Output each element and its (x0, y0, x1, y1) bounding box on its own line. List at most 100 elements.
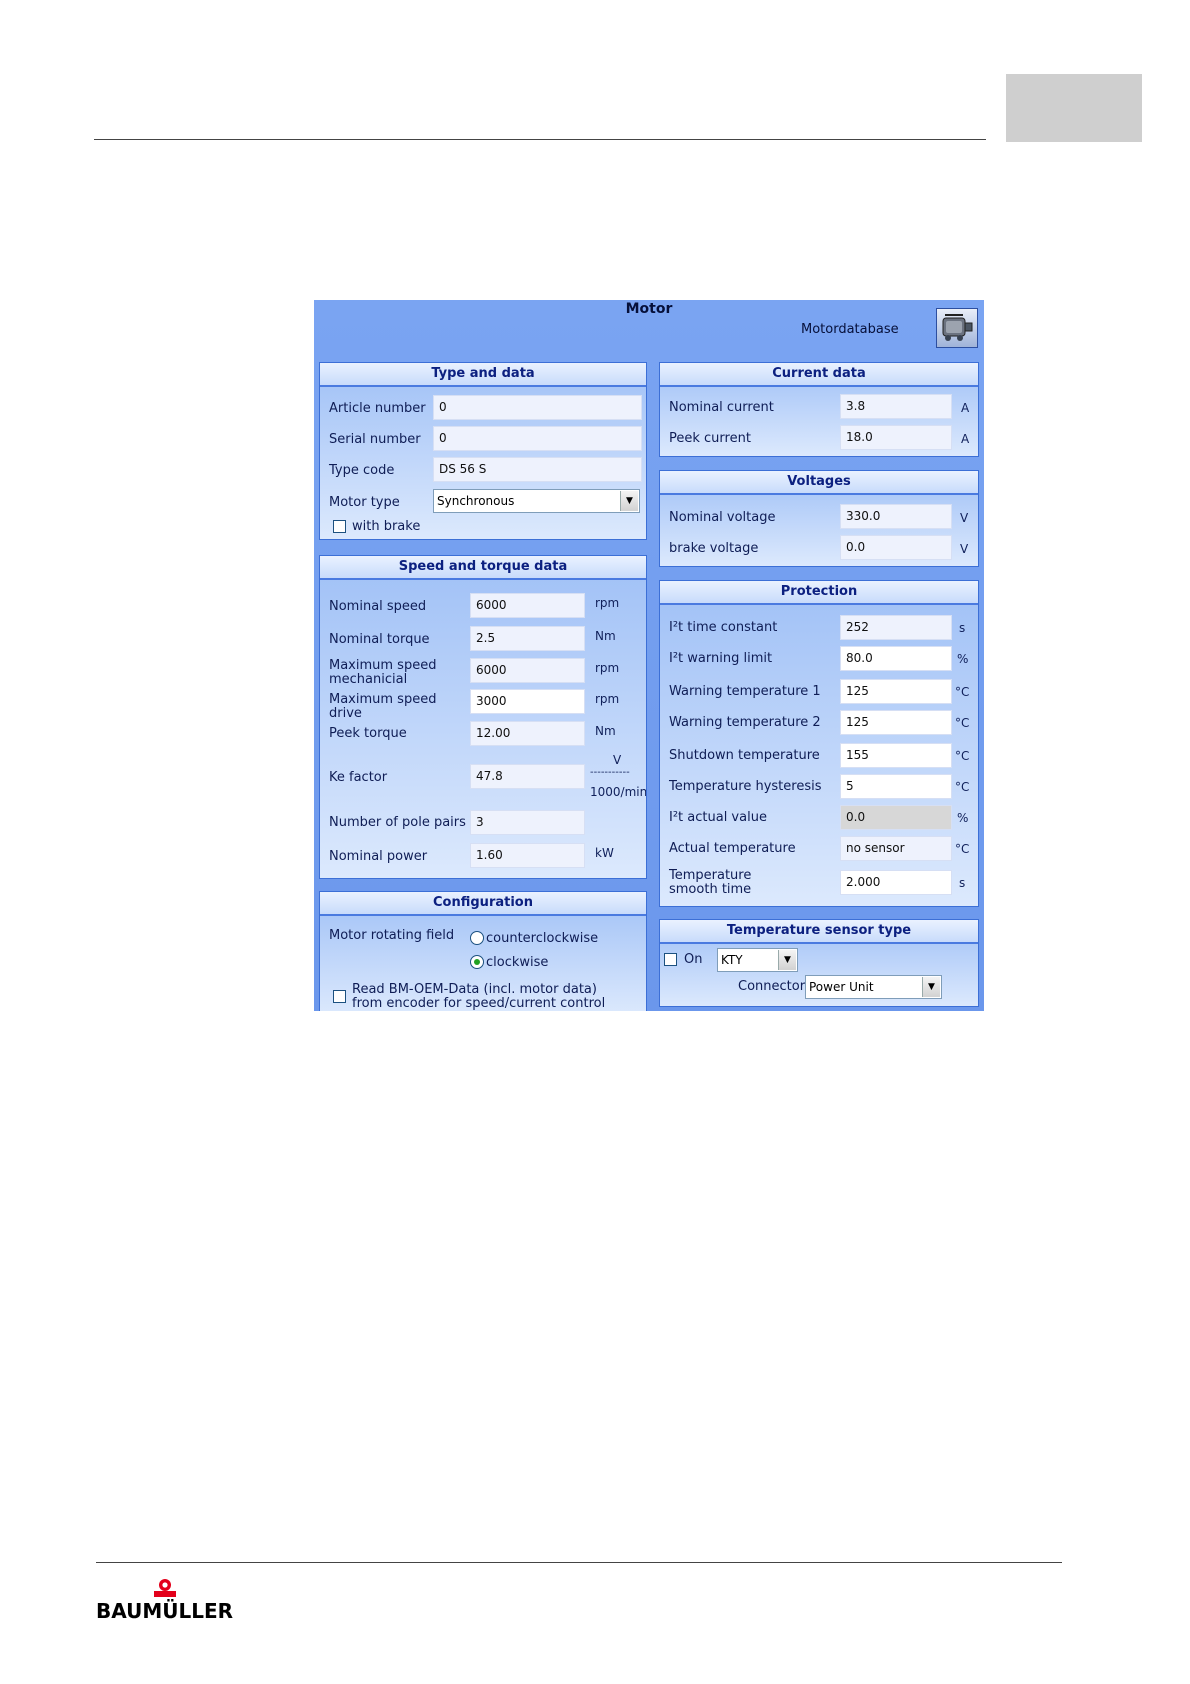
nominal-torque-unit: Nm (595, 629, 616, 643)
temp-hysteresis-field[interactable]: 5 (840, 774, 952, 799)
nominal-speed-unit: rpm (595, 596, 620, 610)
pole-pairs-field[interactable]: 3 (470, 810, 585, 835)
peek-torque-field[interactable]: 12.00 (470, 721, 585, 746)
i2t-warning-limit-unit: % (957, 652, 969, 666)
warning-temp-2-unit: °C (955, 716, 970, 730)
max-speed-mech-label-line1: Maximum speed (329, 658, 437, 673)
i2t-actual-unit: % (957, 811, 969, 825)
temp-smooth-label-line2: smooth time (669, 882, 752, 897)
motor-database-icon (942, 314, 973, 341)
oem-data-label: Read BM-OEM-Data (incl. motor data) from… (352, 983, 605, 1011)
ke-factor-unit-bottom: 1000/min (590, 785, 647, 799)
max-speed-drive-field[interactable]: 3000 (470, 689, 585, 714)
peek-current-field[interactable]: 18.0 (840, 425, 952, 450)
oem-data-label-line1: Read BM-OEM-Data (incl. motor data) (352, 982, 597, 997)
voltages-panel: Voltages Nominal voltage 330.0 V brake v… (659, 470, 979, 567)
nominal-speed-field[interactable]: 6000 (470, 593, 585, 618)
peek-torque-unit: Nm (595, 724, 616, 738)
max-speed-drive-label: Maximum speed drive (329, 693, 436, 721)
protection-panel: Protection I²t time constant 252 s I²t w… (659, 580, 979, 907)
current-data-panel: Current data Nominal current 3.8 A Peek … (659, 362, 979, 457)
article-number-row: Article number 0 (320, 395, 646, 423)
current-data-heading: Current data (660, 363, 978, 387)
i2t-actual-label: I²t actual value (669, 810, 767, 825)
ke-factor-field[interactable]: 47.8 (470, 764, 585, 789)
oem-data-checkbox[interactable] (333, 990, 346, 1003)
article-number-label: Article number (329, 401, 426, 416)
rotating-field-label: Motor rotating field (329, 928, 455, 943)
temp-smooth-unit: s (959, 876, 966, 890)
temp-smooth-field[interactable]: 2.000 (840, 870, 952, 895)
motor-database-label: Motordatabase (801, 322, 899, 337)
oem-data-label-line2: from encoder for speed/current control (352, 996, 606, 1011)
i2t-warning-limit-field[interactable]: 80.0 (840, 646, 952, 671)
sensor-type-select[interactable]: KTY ▼ (717, 948, 798, 972)
type-code-field[interactable]: DS 56 S (433, 457, 642, 482)
type-and-data-heading: Type and data (320, 363, 646, 387)
ke-factor-unit-top: V (613, 753, 622, 767)
sensor-type-value: KTY (721, 953, 743, 967)
nominal-torque-label: Nominal torque (329, 632, 430, 647)
motor-database-button[interactable] (936, 308, 978, 348)
brake-voltage-field[interactable]: 0.0 (840, 535, 952, 560)
max-speed-mech-label: Maximum speed mechanicial (329, 659, 436, 687)
nominal-power-label: Nominal power (329, 849, 428, 864)
footer-rule (96, 1562, 1062, 1563)
clockwise-radio[interactable] (470, 955, 484, 969)
i2t-time-constant-field[interactable]: 252 (840, 615, 952, 640)
motor-type-select[interactable]: Synchronous ▼ (433, 489, 640, 513)
connector-select[interactable]: Power Unit ▼ (805, 975, 942, 999)
nominal-current-field[interactable]: 3.8 (840, 394, 952, 419)
nominal-power-field[interactable]: 1.60 (470, 843, 585, 868)
motor-type-row: Motor type Synchronous ▼ (320, 489, 646, 517)
warning-temp-2-field[interactable]: 125 (840, 710, 952, 735)
warning-temp-1-label: Warning temperature 1 (669, 684, 821, 699)
max-speed-drive-label-line1: Maximum speed (329, 692, 437, 707)
actual-temp-unit: °C (955, 842, 970, 856)
ke-factor-label: Ke factor (329, 770, 388, 785)
motor-type-value: Synchronous (437, 494, 515, 508)
temp-smooth-label-line1: Temperature (669, 868, 752, 883)
warning-temp-1-field[interactable]: 125 (840, 679, 952, 704)
actual-temp-label: Actual temperature (669, 841, 796, 856)
nominal-speed-label: Nominal speed (329, 599, 427, 614)
counterclockwise-radio[interactable] (470, 931, 484, 945)
sensor-on-label: On (684, 952, 703, 967)
brake-voltage-label: brake voltage (669, 541, 759, 556)
speed-torque-heading: Speed and torque data (320, 556, 646, 580)
peek-torque-label: Peek torque (329, 726, 407, 741)
actual-temp-field: no sensor (840, 836, 952, 861)
ke-factor-unit-line: ----------- (590, 767, 630, 778)
logo-mark-icon (154, 1579, 176, 1597)
article-number-field[interactable]: 0 (433, 395, 642, 420)
clockwise-label: clockwise (486, 955, 549, 970)
shutdown-temp-field[interactable]: 155 (840, 743, 952, 768)
motor-type-label: Motor type (329, 495, 400, 510)
nominal-current-unit: A (961, 401, 970, 415)
serial-number-field[interactable]: 0 (433, 426, 642, 451)
chevron-down-icon: ▼ (922, 977, 940, 997)
i2t-time-constant-unit: s (959, 621, 966, 635)
sensor-on-checkbox[interactable] (664, 953, 677, 966)
max-speed-mech-label-line2: mechanicial (329, 672, 408, 687)
header-rule (94, 139, 986, 140)
type-code-row: Type code DS 56 S (320, 457, 646, 485)
i2t-actual-field: 0.0 (840, 805, 952, 830)
nominal-voltage-field[interactable]: 330.0 (840, 504, 952, 529)
brand-name: BAUMÜLLER (96, 1599, 234, 1623)
configuration-heading: Configuration (320, 892, 646, 916)
shutdown-temp-unit: °C (955, 749, 970, 763)
nominal-power-unit: kW (595, 846, 614, 860)
with-brake-label: with brake (352, 519, 421, 534)
nominal-voltage-label: Nominal voltage (669, 510, 776, 525)
serial-number-label: Serial number (329, 432, 421, 447)
baumuller-logo: BAUMÜLLER (96, 1577, 242, 1623)
chevron-down-icon: ▼ (620, 491, 638, 511)
max-speed-mech-field[interactable]: 6000 (470, 658, 585, 683)
max-speed-drive-unit: rpm (595, 692, 620, 706)
temp-smooth-label: Temperature smooth time (669, 869, 751, 897)
max-speed-drive-label-line2: drive (329, 706, 362, 721)
with-brake-checkbox[interactable] (333, 520, 346, 533)
nominal-torque-field[interactable]: 2.5 (470, 626, 585, 651)
temp-hysteresis-unit: °C (955, 780, 970, 794)
